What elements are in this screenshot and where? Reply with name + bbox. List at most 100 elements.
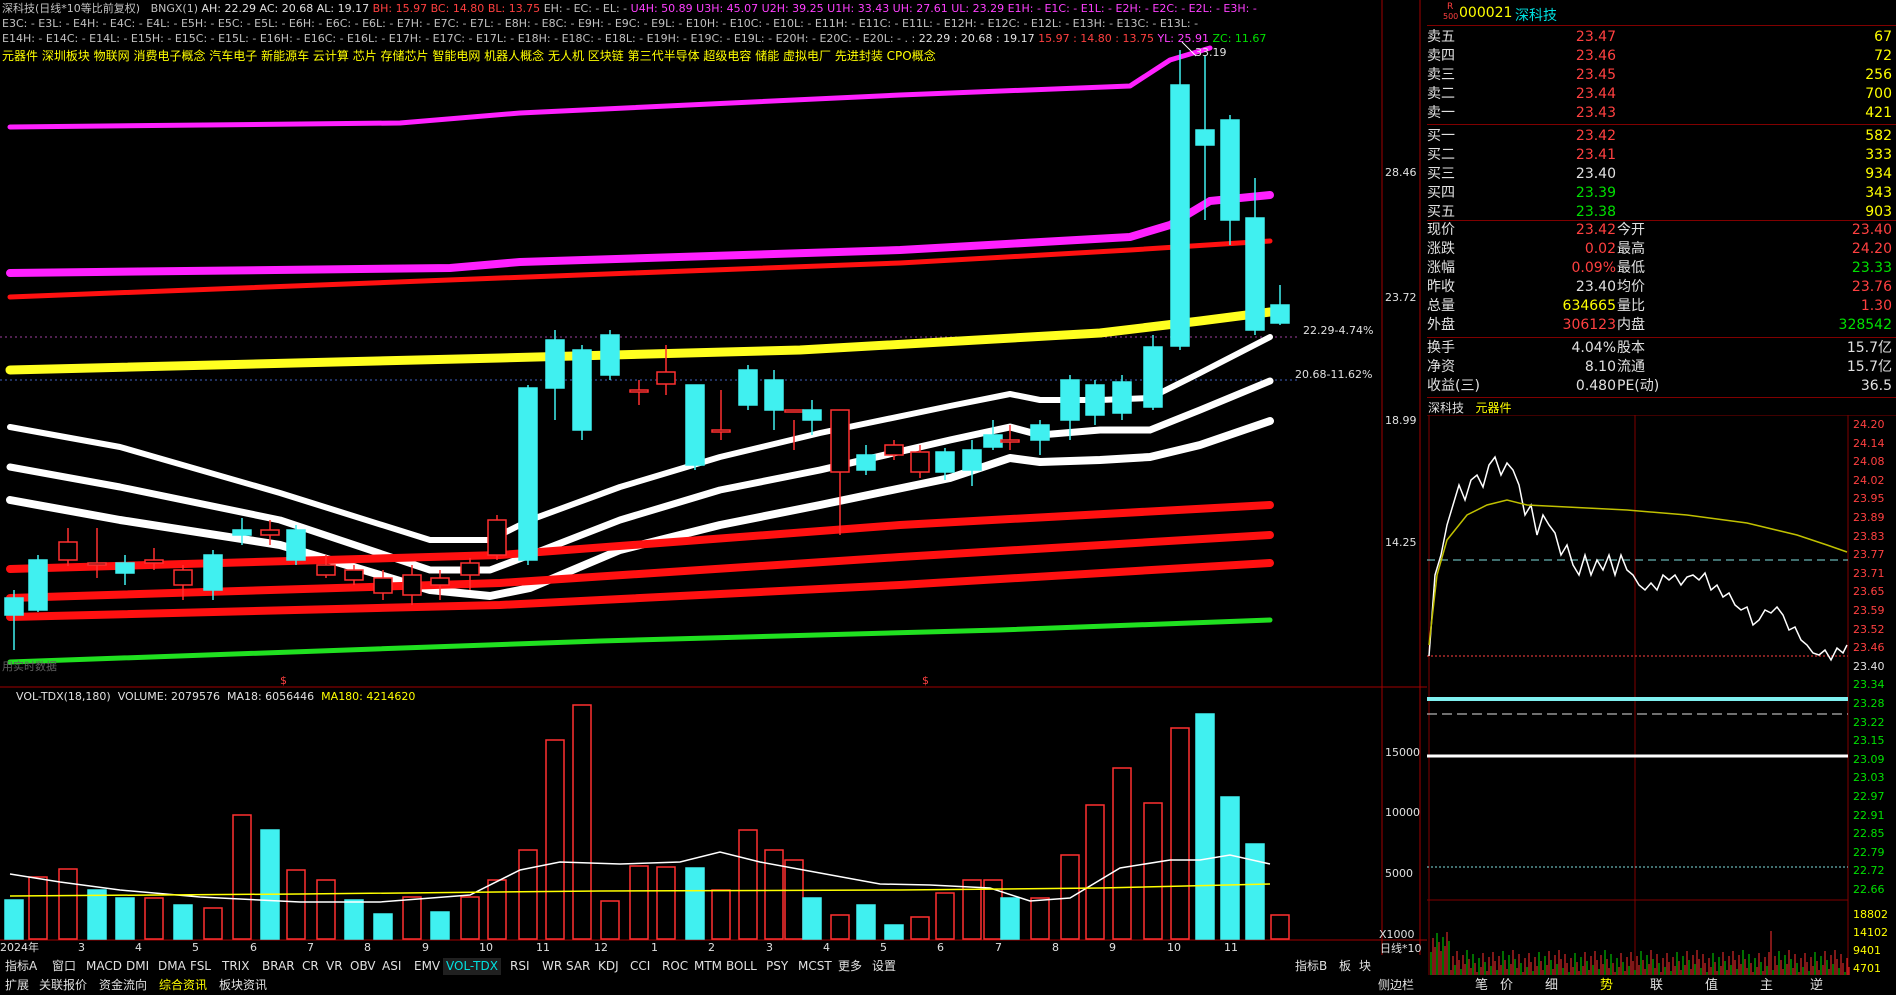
info-tab[interactable]: 扩展: [2, 977, 32, 994]
sidebar-toggle[interactable]: 侧边栏: [1378, 978, 1414, 992]
bid-row[interactable]: 买二 23.41 333: [1427, 146, 1896, 165]
tab-fsl[interactable]: FSL: [187, 958, 214, 975]
tab-rsi[interactable]: RSI: [507, 958, 533, 975]
candle-body[interactable]: [784, 409, 804, 413]
candle-body[interactable]: [203, 554, 223, 591]
candle-body[interactable]: [884, 444, 904, 456]
tab-right[interactable]: 板: [1336, 958, 1354, 975]
candle-body[interactable]: [685, 384, 705, 466]
candle-body[interactable]: [373, 577, 393, 594]
tab-psy[interactable]: PSY: [763, 958, 791, 975]
candle-body[interactable]: [260, 529, 280, 536]
kline-chart[interactable]: [0, 0, 1427, 955]
candle-body[interactable]: [344, 569, 364, 581]
tab-trix[interactable]: TRIX: [219, 958, 252, 975]
tab-obv[interactable]: OBV: [347, 958, 379, 975]
candle-body[interactable]: [910, 451, 930, 473]
candle-body[interactable]: [545, 339, 565, 389]
candle-body[interactable]: [144, 559, 164, 564]
candle-body[interactable]: [173, 569, 193, 586]
tab-macd[interactable]: MACD: [83, 958, 125, 975]
tab-dmi[interactable]: DMI: [123, 958, 152, 975]
candle-body[interactable]: [600, 334, 620, 376]
info-tab[interactable]: 板块资讯: [216, 977, 270, 994]
candle-body[interactable]: [1270, 304, 1290, 324]
candle-body[interactable]: [430, 577, 450, 586]
right-tab[interactable]: 笔: [1475, 977, 1488, 994]
candle-body[interactable]: [1143, 346, 1163, 408]
period-label[interactable]: 日线*10: [1380, 942, 1422, 955]
ask-row[interactable]: 卖一 23.43 421: [1427, 104, 1896, 123]
right-tab[interactable]: 主: [1760, 977, 1773, 994]
tab-boll[interactable]: BOLL: [723, 958, 760, 975]
tab-kdj[interactable]: KDJ: [595, 958, 622, 975]
right-tab[interactable]: 价: [1500, 977, 1513, 994]
candle-body[interactable]: [1170, 84, 1190, 347]
tab-brar[interactable]: BRAR: [259, 958, 298, 975]
tab-更多[interactable]: 更多: [835, 958, 865, 975]
candle-body[interactable]: [1112, 381, 1132, 414]
candle-body[interactable]: [487, 519, 507, 556]
tab-roc[interactable]: ROC: [659, 958, 691, 975]
tab-right[interactable]: 块: [1356, 958, 1374, 975]
candle-body[interactable]: [1060, 379, 1080, 421]
tab-vr[interactable]: VR: [323, 958, 346, 975]
tab-mcst[interactable]: MCST: [795, 958, 835, 975]
bid-row[interactable]: 买三 23.40 934: [1427, 165, 1896, 184]
bid-row[interactable]: 买四 23.39 343: [1427, 184, 1896, 203]
intraday-chart[interactable]: [1427, 415, 1896, 975]
candle-body[interactable]: [629, 389, 649, 393]
right-tab[interactable]: 值: [1705, 977, 1718, 994]
candle-body[interactable]: [286, 529, 306, 561]
tab-right[interactable]: 指标B: [1292, 958, 1330, 975]
candle-body[interactable]: [402, 574, 422, 596]
candle-body[interactable]: [518, 387, 538, 561]
tab-vol-tdx[interactable]: VOL-TDX: [443, 958, 501, 975]
candle-body[interactable]: [1245, 217, 1265, 331]
info-tab[interactable]: 资金流向: [96, 977, 150, 994]
candle-body[interactable]: [802, 409, 822, 421]
candle-body[interactable]: [572, 349, 592, 431]
tab-emv[interactable]: EMV: [411, 958, 443, 975]
candle-body[interactable]: [983, 434, 1003, 448]
tab-asi[interactable]: ASI: [379, 958, 404, 975]
right-tab[interactable]: 逆: [1810, 977, 1823, 994]
right-tab[interactable]: 细: [1545, 977, 1558, 994]
tab-窗口[interactable]: 窗口: [49, 958, 79, 975]
candle-body[interactable]: [4, 597, 24, 616]
candle-body[interactable]: [830, 409, 850, 473]
tab-wr[interactable]: WR: [539, 958, 565, 975]
info-tab[interactable]: 关联报价: [36, 977, 90, 994]
candle-body[interactable]: [1000, 439, 1020, 443]
tab-mtm[interactable]: MTM: [691, 958, 725, 975]
ask-row[interactable]: 卖五 23.47 67: [1427, 28, 1896, 47]
candle-body[interactable]: [935, 451, 955, 473]
candle-body[interactable]: [962, 449, 982, 471]
right-tab[interactable]: 势: [1600, 977, 1613, 994]
candle-body[interactable]: [856, 454, 876, 471]
candle-body[interactable]: [1195, 129, 1215, 146]
candle-body[interactable]: [58, 541, 78, 561]
ask-row[interactable]: 卖二 23.44 700: [1427, 85, 1896, 104]
candle-body[interactable]: [738, 369, 758, 406]
tab-指标a[interactable]: 指标A: [2, 958, 40, 975]
candle-body[interactable]: [28, 559, 48, 611]
info-tab[interactable]: 综合资讯: [156, 977, 210, 994]
tab-设置[interactable]: 设置: [869, 958, 899, 975]
candle-body[interactable]: [115, 562, 135, 574]
tab-cci[interactable]: CCI: [627, 958, 653, 975]
candle-body[interactable]: [1220, 119, 1240, 221]
ask-row[interactable]: 卖三 23.45 256: [1427, 66, 1896, 85]
right-tab[interactable]: 联: [1650, 977, 1663, 994]
bid-row[interactable]: 买一 23.42 582: [1427, 127, 1896, 146]
candle-body[interactable]: [1085, 384, 1105, 416]
candle-body[interactable]: [87, 562, 107, 566]
candle-body[interactable]: [1030, 424, 1050, 441]
candle-body[interactable]: [656, 371, 676, 385]
candle-body[interactable]: [764, 379, 784, 411]
candle-body[interactable]: [232, 529, 252, 536]
tab-cr[interactable]: CR: [299, 958, 322, 975]
tab-sar[interactable]: SAR: [563, 958, 593, 975]
candle-body[interactable]: [711, 429, 731, 433]
tab-dma[interactable]: DMA: [155, 958, 189, 975]
